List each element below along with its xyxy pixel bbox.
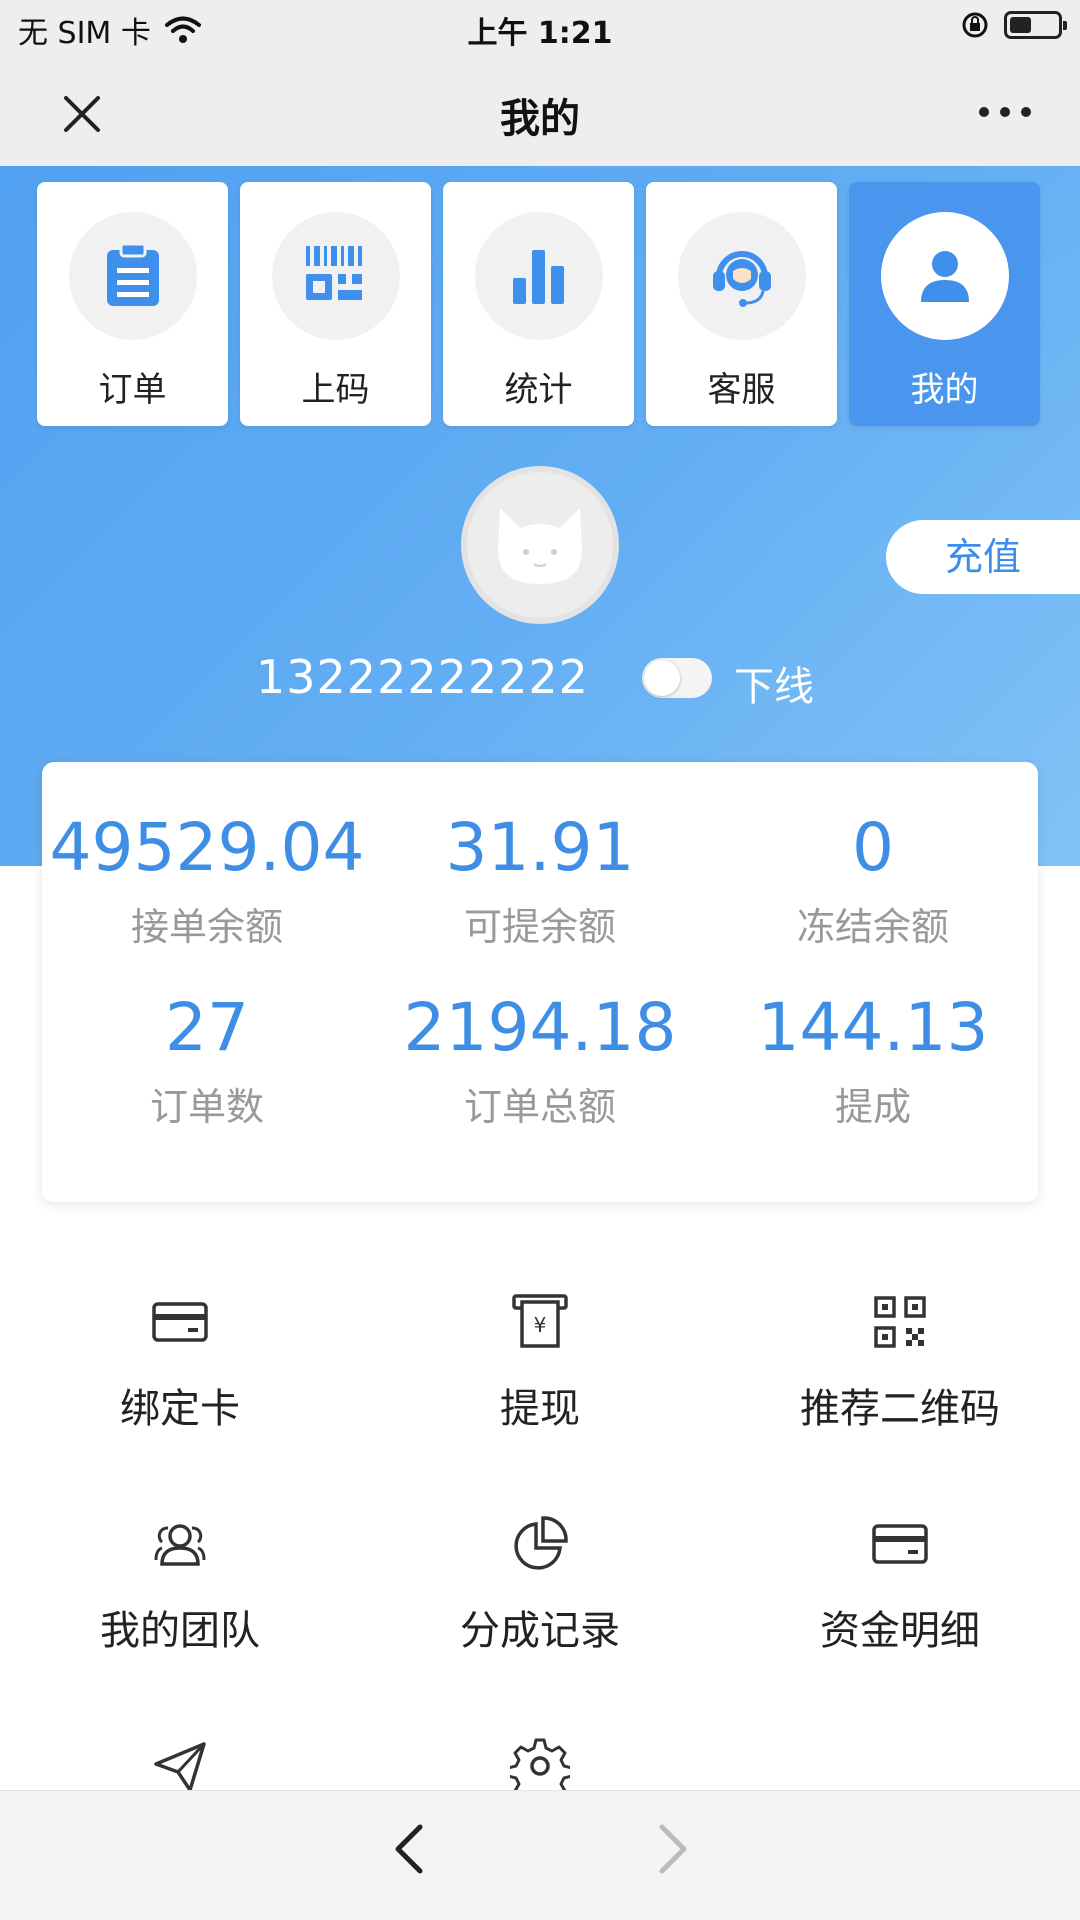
stat-value: 2194.18 <box>403 989 677 1066</box>
stat-order-count: 27 订单数 <box>42 988 372 1131</box>
stat-value: 27 <box>165 989 249 1066</box>
avatar[interactable] <box>461 466 619 624</box>
nav-bar: 我的 <box>0 56 1080 166</box>
menu-label: 提现 <box>500 1386 580 1432</box>
headset-icon <box>713 251 771 307</box>
toggle-knob <box>644 660 680 696</box>
tab-customer-service[interactable]: 客服 <box>646 182 837 426</box>
withdraw-icon: ¥ <box>512 1294 568 1348</box>
stat-order-balance: 49529.04 接单余额 <box>42 808 372 951</box>
recharge-button[interactable]: 充值 <box>886 520 1080 594</box>
clock: 上午 1:21 <box>467 16 613 51</box>
stat-order-total: 2194.18 订单总额 <box>375 988 705 1131</box>
pie-chart-icon <box>514 1516 568 1570</box>
tab-statistics[interactable]: 统计 <box>443 182 634 426</box>
bank-card-icon <box>152 1302 208 1342</box>
stat-label: 提成 <box>834 1085 911 1129</box>
stat-value: 31.91 <box>445 809 635 886</box>
stat-label: 可提余额 <box>463 905 616 949</box>
menu-bind-card[interactable]: 绑定卡 <box>0 1292 360 1434</box>
tab-label: 订单 <box>98 370 167 410</box>
online-toggle[interactable] <box>642 658 712 698</box>
battery-icon <box>1004 11 1067 39</box>
clipboard-icon <box>107 242 159 306</box>
back-arrow-icon[interactable] <box>380 1817 440 1881</box>
menu-label: 绑定卡 <box>120 1386 240 1432</box>
stat-label: 冻结余额 <box>796 905 949 949</box>
stat-label: 订单数 <box>149 1085 264 1129</box>
stat-commission: 144.13 提成 <box>708 988 1038 1131</box>
wallet-card-icon <box>872 1524 928 1564</box>
tab-orders[interactable]: 订单 <box>37 182 228 426</box>
tab-label: 客服 <box>707 370 776 410</box>
stat-value: 0 <box>852 809 894 886</box>
send-icon <box>154 1742 206 1792</box>
status-bar: 无 SIM 卡 上午 1:21 <box>0 0 1080 56</box>
online-status-label: 下线 <box>734 664 814 710</box>
menu-referral-qr[interactable]: 推荐二维码 <box>720 1292 1080 1434</box>
menu-withdraw[interactable]: ¥ 提现 <box>360 1292 720 1434</box>
stat-frozen-balance: 0 冻结余额 <box>708 808 1038 951</box>
svg-text:¥: ¥ <box>534 1313 547 1337</box>
stat-label: 订单总额 <box>463 1085 616 1129</box>
cat-avatar-icon <box>498 508 582 584</box>
menu-label: 分成记录 <box>460 1608 620 1654</box>
menu-label: 推荐二维码 <box>800 1386 1000 1432</box>
page-title: 我的 <box>500 96 580 142</box>
tab-upload-code[interactable]: 上码 <box>240 182 431 426</box>
team-icon <box>154 1524 206 1566</box>
menu-label: 我的团队 <box>100 1608 260 1654</box>
menu-my-team[interactable]: 我的团队 <box>0 1514 360 1656</box>
stat-withdrawable-balance: 31.91 可提余额 <box>375 808 705 951</box>
more-icon[interactable] <box>970 92 1040 132</box>
top-tabs: 订单 上码 统计 客服 我的 <box>37 182 1040 426</box>
qr-code-icon <box>874 1296 926 1348</box>
tab-label: 统计 <box>504 370 573 410</box>
browser-toolbar <box>0 1790 1080 1920</box>
phone-number: 13222222222 <box>256 650 589 704</box>
forward-arrow-icon[interactable] <box>642 1817 702 1881</box>
stat-value: 144.13 <box>757 989 989 1066</box>
tab-mine[interactable]: 我的 <box>849 182 1040 426</box>
tab-label: 我的 <box>910 370 979 410</box>
barcode-icon <box>306 246 362 300</box>
user-icon <box>921 251 969 302</box>
menu-commission-records[interactable]: 分成记录 <box>360 1514 720 1656</box>
bar-chart-icon <box>513 250 564 304</box>
stats-card: 49529.04 接单余额 31.91 可提余额 0 冻结余额 27 订单数 2… <box>42 762 1038 1202</box>
stat-value: 49529.04 <box>49 809 365 886</box>
tab-label: 上码 <box>301 370 370 410</box>
stat-label: 接单余额 <box>130 905 283 949</box>
rotation-lock-icon <box>962 12 988 38</box>
menu-fund-details[interactable]: 资金明细 <box>720 1514 1080 1656</box>
battery-level <box>1010 17 1031 33</box>
settings-gear-icon <box>510 1738 570 1796</box>
menu-label: 资金明细 <box>820 1608 980 1654</box>
